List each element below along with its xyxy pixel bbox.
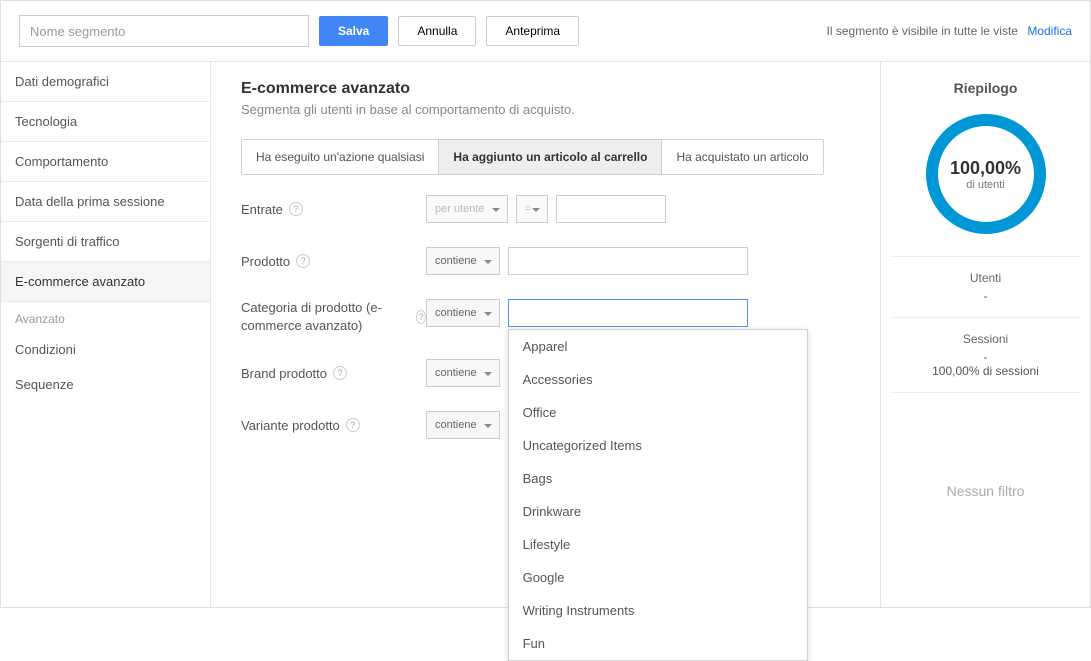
dropdown-option[interactable]: Fun xyxy=(509,627,807,660)
dropdown-option[interactable]: Bags xyxy=(509,462,807,495)
summary-title: Riepilogo xyxy=(954,80,1018,96)
segment-name-input[interactable] xyxy=(19,15,309,47)
sidebar-item-technology[interactable]: Tecnologia xyxy=(1,102,210,142)
editor-body: Dati demografici Tecnologia Comportament… xyxy=(1,62,1090,607)
visibility-label: Il segmento è visibile in tutte le viste xyxy=(827,24,1018,38)
dropdown-option[interactable]: Writing Instruments xyxy=(509,594,807,627)
sidebar-item-demographics[interactable]: Dati demografici xyxy=(1,62,210,102)
action-tabs: Ha eseguito un'azione qualsiasi Ha aggiu… xyxy=(241,139,824,175)
revenue-operator-select[interactable]: = xyxy=(516,195,548,223)
panel-description: Segmenta gli utenti in base al comportam… xyxy=(241,102,850,117)
sidebar-item-behavior[interactable]: Comportamento xyxy=(1,142,210,182)
summary-no-filter: Nessun filtro xyxy=(891,392,1080,589)
label-category: Categoria di prodotto (e-commerce avanza… xyxy=(241,299,426,335)
sidebar-item-first-session[interactable]: Data della prima sessione xyxy=(1,182,210,222)
help-icon[interactable]: ? xyxy=(333,366,347,380)
sidebar-item-sequences[interactable]: Sequenze xyxy=(1,367,210,402)
sidebar-item-enhanced-ecommerce[interactable]: E-commerce avanzato xyxy=(1,262,210,302)
label-variant: Variante prodotto ? xyxy=(241,418,426,433)
save-button[interactable]: Salva xyxy=(319,16,388,46)
tab-purchased[interactable]: Ha acquistato un articolo xyxy=(662,140,822,174)
brand-operator-select[interactable]: contiene xyxy=(426,359,500,387)
summary-users: Utenti - xyxy=(891,256,1080,317)
visibility-text: Il segmento è visibile in tutte le viste… xyxy=(827,24,1072,38)
summary-panel: Riepilogo 100,00% di utenti Utenti - Ses… xyxy=(880,62,1090,607)
category-suggestions-dropdown: Apparel Accessories Office Uncategorized… xyxy=(508,329,808,661)
dropdown-option[interactable]: Lifestyle xyxy=(509,528,807,561)
label-product: Prodotto ? xyxy=(241,254,426,269)
dropdown-option[interactable]: Accessories xyxy=(509,363,807,396)
sidebar-item-conditions[interactable]: Condizioni xyxy=(1,332,210,367)
edit-visibility-link[interactable]: Modifica xyxy=(1027,24,1072,38)
dropdown-option[interactable]: Google xyxy=(509,561,807,594)
variant-operator-select[interactable]: contiene xyxy=(426,411,500,439)
revenue-scope-select[interactable]: per utente xyxy=(426,195,508,223)
segment-editor: Salva Annulla Anteprima Il segmento è vi… xyxy=(0,0,1091,608)
help-icon[interactable]: ? xyxy=(346,418,360,432)
panel-title: E-commerce avanzato xyxy=(241,80,850,98)
preview-button[interactable]: Anteprima xyxy=(486,16,579,46)
dropdown-option[interactable]: Office xyxy=(509,396,807,429)
summary-percent: 100,00% xyxy=(950,158,1021,179)
dropdown-option[interactable]: Apparel xyxy=(509,330,807,363)
dropdown-option[interactable]: Uncategorized Items xyxy=(509,429,807,462)
row-product: Prodotto ? contiene xyxy=(241,247,850,275)
summary-sessions: Sessioni - 100,00% di sessioni xyxy=(891,317,1080,392)
label-revenue: Entrate ? xyxy=(241,202,426,217)
help-icon[interactable]: ? xyxy=(416,310,426,324)
cancel-button[interactable]: Annulla xyxy=(398,16,476,46)
category-operator-select[interactable]: contiene xyxy=(426,299,500,327)
summary-donut: 100,00% di utenti xyxy=(926,114,1046,234)
sidebar-item-traffic-sources[interactable]: Sorgenti di traffico xyxy=(1,222,210,262)
tab-any-action[interactable]: Ha eseguito un'azione qualsiasi xyxy=(242,140,439,174)
row-category: Categoria di prodotto (e-commerce avanza… xyxy=(241,299,850,335)
tab-added-to-cart[interactable]: Ha aggiunto un articolo al carrello xyxy=(439,140,662,174)
toolbar: Salva Annulla Anteprima Il segmento è vi… xyxy=(1,1,1090,62)
help-icon[interactable]: ? xyxy=(289,202,303,216)
product-operator-select[interactable]: contiene xyxy=(426,247,500,275)
main-panel: E-commerce avanzato Segmenta gli utenti … xyxy=(211,62,880,607)
product-value-input[interactable] xyxy=(508,247,748,275)
revenue-value-input[interactable] xyxy=(556,195,666,223)
label-brand: Brand prodotto ? xyxy=(241,366,426,381)
sidebar: Dati demografici Tecnologia Comportament… xyxy=(1,62,211,607)
help-icon[interactable]: ? xyxy=(296,254,310,268)
category-value-input[interactable] xyxy=(508,299,748,327)
dropdown-option[interactable]: Drinkware xyxy=(509,495,807,528)
row-revenue: Entrate ? per utente = xyxy=(241,195,850,223)
summary-percent-label: di utenti xyxy=(966,179,1005,191)
sidebar-group-advanced: Avanzato xyxy=(1,302,210,332)
